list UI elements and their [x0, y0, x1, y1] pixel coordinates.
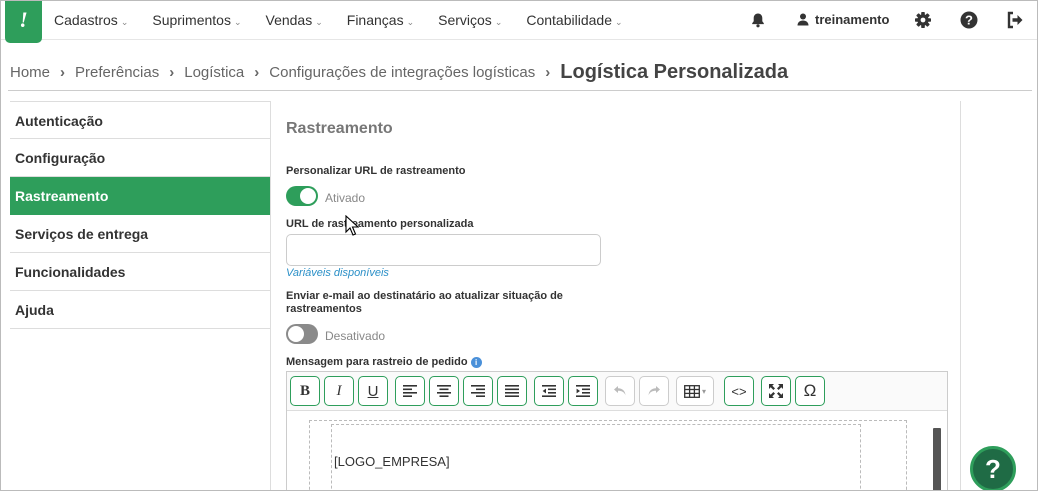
redo-button[interactable]	[639, 376, 669, 406]
bell-icon[interactable]	[750, 12, 766, 28]
nav-item-contabilidade[interactable]: Contabilidade ⌄	[526, 0, 622, 40]
url-field-label: URL de rastreamento personalizada	[286, 218, 474, 230]
redo-icon	[648, 386, 660, 396]
sidebar-item-autenticacao[interactable]: Autenticação	[10, 101, 270, 139]
top-navbar: ! Cadastros ⌄ Suprimentos ⌄ Vendas ⌄ Finanç…	[0, 0, 1038, 43]
align-left-icon	[403, 385, 417, 397]
undo-button[interactable]	[605, 376, 635, 406]
email-label: Enviar e-mail ao destinatário ao atualiz…	[286, 290, 563, 315]
fullscreen-button[interactable]	[761, 376, 791, 406]
user-name: treinamento	[815, 12, 890, 27]
mouse-cursor-icon	[345, 215, 359, 236]
underline-button[interactable]: U	[358, 376, 388, 406]
align-center-button[interactable]	[429, 376, 459, 406]
template-guide	[861, 420, 907, 491]
variables-link[interactable]: Variáveis disponíveis	[286, 267, 389, 279]
user-menu[interactable]: treinamento	[797, 0, 889, 40]
custom-url-toggle-status: Ativado	[325, 191, 366, 205]
gear-icon[interactable]	[914, 11, 932, 29]
side-menu: Autenticação Configuração Rastreamento S…	[10, 101, 270, 329]
breadcrumb-home[interactable]: Home	[10, 64, 50, 81]
align-right-button[interactable]	[463, 376, 493, 406]
email-toggle[interactable]	[286, 324, 318, 344]
divider	[8, 90, 1032, 91]
page-title: Logística Personalizada	[560, 60, 789, 83]
chevron-down-icon: ⌄	[120, 17, 129, 27]
bold-button[interactable]: B	[290, 376, 320, 406]
chevron-down-icon: ⌄	[233, 17, 242, 27]
nav-item-suprimentos[interactable]: Suprimentos ⌄	[152, 0, 241, 40]
indent-icon	[576, 385, 590, 397]
message-label-row: Mensagem para rastreio de pedido i	[286, 356, 482, 368]
nav-item-cadastros[interactable]: Cadastros ⌄	[54, 0, 128, 40]
nav-item-servicos[interactable]: Serviços ⌄	[438, 0, 502, 40]
help-chat-button[interactable]: ?	[970, 446, 1016, 491]
align-justify-button[interactable]	[497, 376, 527, 406]
section-title: Rastreamento	[286, 120, 393, 137]
omega-icon: Ω	[803, 381, 817, 400]
fullscreen-icon	[769, 384, 783, 398]
code-view-button[interactable]: <>	[724, 376, 754, 406]
chevron-right-icon: ›	[254, 63, 260, 81]
chevron-down-icon: ⌄	[315, 17, 323, 27]
divider	[270, 101, 271, 491]
code-icon: <>	[731, 383, 747, 399]
editor-scrollbar[interactable]	[933, 428, 941, 491]
tracking-url-input[interactable]	[286, 234, 601, 266]
sidebar-item-funcionalidades[interactable]: Funcionalidades	[10, 253, 270, 291]
editor-toolbar: B I U ▾ <> Ω	[287, 372, 947, 411]
toggle-knob	[300, 188, 316, 204]
sidebar-item-rastreamento[interactable]: Rastreamento	[10, 177, 270, 215]
nav-item-financas[interactable]: Finanças ⌄	[347, 0, 414, 40]
editor-text: [LOGO_EMPRESA]	[334, 454, 450, 469]
custom-url-toggle[interactable]	[286, 186, 318, 206]
nav-item-vendas[interactable]: Vendas ⌄	[266, 0, 323, 40]
info-icon[interactable]: i	[470, 357, 482, 368]
sidebar-item-configuracao[interactable]: Configuração	[10, 139, 270, 177]
outdent-button[interactable]	[534, 376, 564, 406]
editor-content-area[interactable]: [LOGO_EMPRESA]	[287, 412, 947, 491]
align-left-button[interactable]	[395, 376, 425, 406]
custom-url-label: Personalizar URL de rastreamento	[286, 165, 466, 177]
user-icon	[797, 13, 809, 26]
app-logo[interactable]: !	[5, 0, 42, 43]
align-center-icon	[437, 385, 451, 397]
sidebar-item-servicos-de-entrega[interactable]: Serviços de entrega	[10, 215, 270, 253]
table-icon	[684, 384, 700, 398]
caret-down-icon: ▾	[701, 386, 706, 396]
svg-text:?: ?	[965, 13, 973, 28]
special-char-button[interactable]: Ω	[795, 376, 825, 406]
chevron-right-icon: ›	[545, 63, 551, 81]
divider	[960, 101, 961, 491]
main-nav: Cadastros ⌄ Suprimentos ⌄ Vendas ⌄ Finanças…	[54, 0, 647, 40]
chevron-down-icon: ⌄	[614, 17, 623, 27]
chevron-down-icon: ⌄	[494, 17, 503, 27]
undo-icon	[614, 386, 626, 396]
logout-icon[interactable]	[1006, 11, 1024, 29]
message-label: Mensagem para rastreio de pedido	[286, 356, 468, 368]
align-right-icon	[471, 385, 485, 397]
indent-button[interactable]	[568, 376, 598, 406]
chevron-right-icon: ›	[169, 63, 175, 81]
breadcrumb-logistica[interactable]: Logística	[184, 64, 244, 81]
align-justify-icon	[505, 385, 519, 397]
toggle-knob	[288, 326, 304, 342]
italic-button[interactable]: I	[324, 376, 354, 406]
outdent-icon	[542, 385, 556, 397]
sidebar-item-ajuda[interactable]: Ajuda	[10, 291, 270, 329]
message-editor: B I U ▾ <> Ω [LOGO_EMPRESA]	[286, 371, 948, 491]
table-button[interactable]: ▾	[676, 376, 714, 406]
chevron-right-icon: ›	[60, 63, 66, 81]
breadcrumb-preferencias[interactable]: Preferências	[75, 64, 159, 81]
breadcrumb: Home › Preferências › Logística › Config…	[10, 58, 788, 86]
help-icon[interactable]: ?	[960, 11, 978, 29]
email-toggle-status: Desativado	[325, 329, 386, 343]
breadcrumb-configuracoes[interactable]: Configurações de integrações logísticas	[269, 64, 535, 81]
chevron-down-icon: ⌄	[406, 17, 415, 27]
